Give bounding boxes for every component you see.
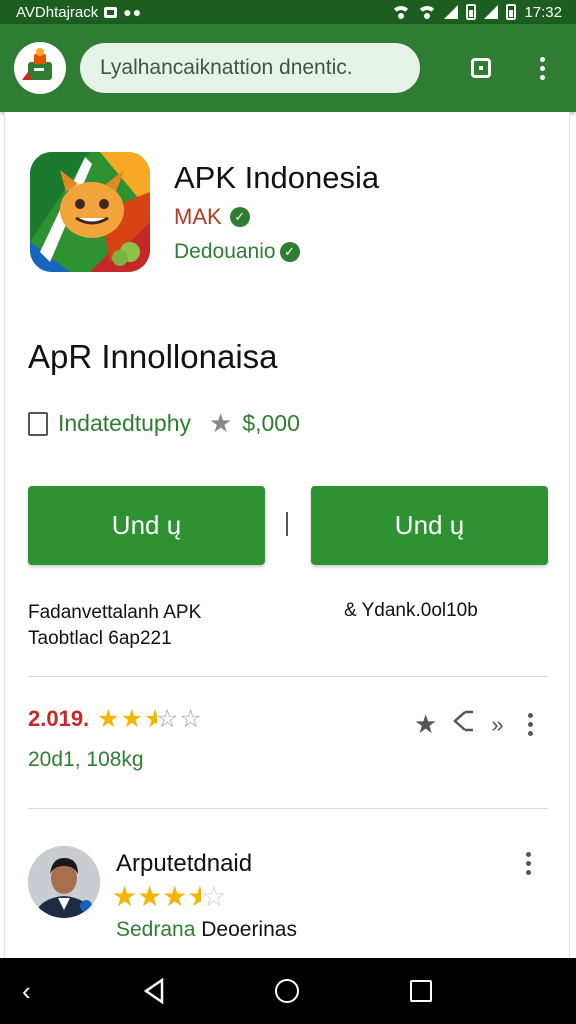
section-heading: ApR Innollonaisa — [28, 338, 278, 375]
rating-stats: 20d1, 108kg — [28, 748, 144, 771]
button-divider — [286, 512, 288, 536]
app-icon — [30, 152, 150, 272]
wifi-icon — [392, 5, 411, 19]
back-icon[interactable]: ‹ — [22, 978, 31, 1004]
avatar[interactable] — [28, 846, 100, 918]
star-icon: ★ — [209, 408, 233, 438]
review-subtitle-rest: Deoerinas — [195, 918, 297, 941]
tab-square-icon[interactable] — [466, 53, 496, 83]
overflow-menu-icon[interactable] — [527, 53, 557, 83]
search-input[interactable]: Lyalhancaiknattion dnentic. — [80, 43, 420, 93]
signal-icon — [484, 5, 499, 19]
info-left-line2: Taobtlacl 6ap221 — [28, 628, 172, 649]
verified-icon: ✓ — [279, 242, 300, 262]
verified-icon: ✓ — [229, 207, 250, 227]
star-icon[interactable]: ★ — [414, 709, 437, 740]
divider — [28, 676, 548, 677]
primary-button-left[interactable]: Und ų — [28, 486, 265, 565]
search-input-text: Lyalhancaiknattion dnentic. — [100, 56, 353, 79]
overflow-menu-icon[interactable] — [526, 852, 531, 875]
forward-icon[interactable]: » — [491, 712, 503, 738]
developer-name: MAK — [174, 204, 222, 229]
navigation-bar: ‹ — [0, 958, 576, 1024]
review-stars: ★★★★☆ — [112, 881, 227, 912]
app-title: APK Indonesia — [174, 160, 380, 195]
signal-icon — [444, 5, 459, 19]
primary-button-right[interactable]: Und ų — [311, 486, 548, 565]
battery-icon — [466, 4, 477, 20]
checkbox[interactable] — [28, 411, 48, 436]
meta-label: Indatedtuphy — [58, 410, 192, 436]
info-left-line1: Fadanvettalanh APK — [28, 602, 202, 623]
divider — [28, 808, 548, 809]
back-icon[interactable] — [142, 977, 166, 1009]
status-bar: AVDhtajrack ●● 17:32 — [0, 0, 576, 24]
clock: 17:32 — [524, 3, 562, 21]
info-left: Fadanvettalanh APK Taobtlacl 6ap221 — [28, 600, 201, 652]
app-logo-icon[interactable] — [14, 42, 66, 94]
home-icon[interactable] — [275, 979, 299, 1003]
button-label: Und ų — [394, 510, 465, 540]
rating-stars: ★★★☆☆ — [97, 705, 203, 733]
info-right: & Ydank.0ol10b — [344, 600, 478, 621]
meta-row: Indatedtuphy ★ $,000 — [28, 408, 300, 439]
share-icon[interactable] — [451, 708, 477, 741]
rating-actions: ★ » — [414, 708, 533, 741]
developer-row[interactable]: MAK ✓ — [174, 204, 250, 230]
tagline: Dedouanio — [174, 240, 276, 263]
overflow-menu-icon[interactable] — [527, 713, 533, 736]
price-label: $,000 — [242, 410, 300, 436]
button-label: Und ų — [111, 510, 182, 540]
more-dots-icon: ●● — [123, 4, 143, 20]
tagline-row: Dedouanio ✓ — [174, 240, 300, 264]
rating-value: 2.019. — [28, 706, 90, 731]
carrier-label: AVDhtajrack — [16, 3, 99, 21]
recents-icon[interactable] — [410, 980, 432, 1002]
review-subtitle-green: Sedrana — [116, 918, 196, 941]
review-subtitle: Sedrana Deoerinas — [116, 918, 297, 942]
notification-box-icon — [104, 6, 118, 18]
battery-icon — [506, 4, 517, 20]
rating-row: 2.019. ★★★☆☆ — [28, 704, 203, 734]
app-bar: Lyalhancaiknattion dnentic. — [0, 24, 576, 112]
reviewer-name: Arputetdnaid — [116, 850, 253, 877]
wifi-icon — [418, 5, 437, 19]
